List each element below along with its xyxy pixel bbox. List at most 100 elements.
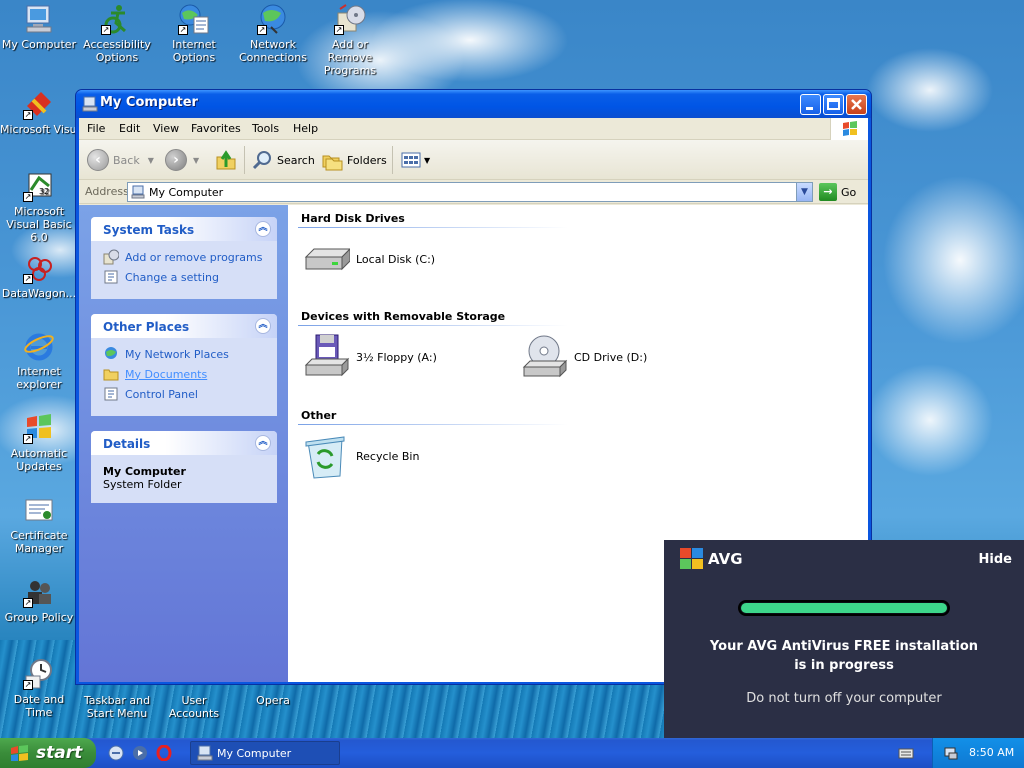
shortcut-arrow-icon: ↗ — [23, 680, 33, 690]
desktop-icon-group-policy[interactable]: ↗ Group Policy — [0, 576, 78, 624]
desktop-icon-certificate-manager[interactable]: Certificate Manager — [0, 494, 78, 555]
views-button[interactable]: ▼ — [400, 146, 430, 174]
certificate-icon — [23, 494, 55, 526]
address-bar: Address My Computer ▼ → Go — [79, 180, 868, 204]
menu-view[interactable]: View — [153, 122, 179, 135]
visual-cpp-icon: ↗ — [23, 88, 55, 120]
quicklaunch-media-player-icon[interactable] — [132, 745, 148, 761]
details-name: My Computer — [103, 465, 186, 478]
shortcut-arrow-icon: ↗ — [23, 110, 33, 120]
my-network-places-link[interactable]: My Network Places — [103, 344, 277, 364]
search-button[interactable]: Search — [251, 146, 315, 174]
menu-tools[interactable]: Tools — [252, 122, 279, 135]
my-documents-link[interactable]: My Documents — [103, 364, 277, 384]
taskbar-button-my-computer[interactable]: My Computer — [190, 741, 340, 765]
quicklaunch-opera-icon[interactable] — [156, 744, 172, 762]
desktop-icon-visual-cpp[interactable]: ↗ Microsoft Visual C++ 6.0 — [0, 88, 78, 136]
cd-drive-d-item[interactable]: CD Drive (D:) — [520, 333, 647, 381]
group-divider — [298, 325, 568, 326]
avg-hide-button[interactable]: Hide — [979, 552, 1012, 567]
desktop-icon-taskbar-start-menu[interactable]: Taskbar and Start Menu — [78, 682, 156, 720]
menu-bar: File Edit View Favorites Tools Help — [79, 118, 868, 140]
menu-help[interactable]: Help — [293, 122, 318, 135]
taskbar: start My Computer 8:50 AM — [0, 738, 1024, 768]
start-button[interactable]: start — [0, 738, 96, 768]
network-tray-icon[interactable] — [943, 745, 959, 761]
desktop-icon-date-time[interactable]: ↗ Date and Time — [0, 658, 78, 719]
minimize-button[interactable] — [800, 94, 821, 115]
details-type: System Folder — [103, 478, 182, 491]
group-divider — [298, 227, 568, 228]
menu-edit[interactable]: Edit — [119, 122, 140, 135]
desktop-icon-add-remove-programs[interactable]: ↗ Add or Remove Programs — [311, 3, 389, 77]
close-button[interactable] — [846, 94, 867, 115]
forward-button[interactable]: › ▼ — [165, 146, 199, 174]
other-places-header[interactable]: Other Places ︽ — [91, 314, 277, 338]
menu-favorites[interactable]: Favorites — [191, 122, 241, 135]
up-button[interactable] — [215, 146, 237, 174]
system-tasks-header[interactable]: System Tasks ︽ — [91, 217, 277, 241]
window-titlebar[interactable]: My Computer — [76, 90, 871, 118]
my-computer-icon — [23, 3, 55, 35]
details-panel: Details ︽ My Computer System Folder — [91, 431, 277, 503]
minimize-icon — [806, 107, 813, 110]
add-remove-programs-link[interactable]: Add or remove programs — [103, 247, 277, 267]
keyboard-tray-icon[interactable] — [898, 745, 914, 761]
add-remove-programs-icon — [103, 249, 119, 265]
change-setting-link[interactable]: Change a setting — [103, 267, 277, 287]
collapse-chevron-icon[interactable]: ︽ — [255, 221, 271, 237]
desktop-icon-visual-basic[interactable]: 32 ↗ Microsoft Visual Basic 6.0 — [0, 170, 78, 244]
address-label: Address — [85, 185, 129, 198]
my-computer-icon — [82, 96, 98, 112]
back-button[interactable]: ‹ Back ▼ — [87, 146, 154, 174]
quicklaunch-show-desktop-icon[interactable] — [108, 745, 124, 761]
windows-flag-icon — [11, 745, 28, 761]
control-panel-icon — [104, 387, 118, 401]
desktop-icon-datawagon[interactable]: ↗ DataWagon... — [0, 252, 78, 300]
desktop-icon-network-connections[interactable]: ↗ Network Connections — [234, 3, 312, 64]
my-computer-icon — [197, 745, 213, 761]
local-disk-c-item[interactable]: Local Disk (C:) — [302, 235, 435, 283]
maximize-icon — [827, 98, 840, 110]
floppy-a-item[interactable]: 3½ Floppy (A:) — [302, 333, 437, 381]
windows-logo-icon — [830, 118, 868, 140]
collapse-chevron-icon[interactable]: ︽ — [255, 318, 271, 334]
desktop-icon-accessibility-options[interactable]: ↗ Accessibility Options — [78, 3, 156, 64]
window-title: My Computer — [100, 95, 198, 110]
recycle-bin-item[interactable]: Recycle Bin — [302, 432, 419, 480]
desktop-icon-user-accounts[interactable]: User Accounts — [155, 682, 233, 720]
shortcut-arrow-icon: ↗ — [23, 192, 33, 202]
recycle-bin-icon — [302, 432, 350, 480]
floppy-drive-icon — [302, 333, 350, 381]
back-dropdown-icon: ▼ — [147, 155, 154, 165]
my-computer-icon — [131, 185, 145, 199]
shortcut-arrow-icon: ↗ — [101, 25, 111, 35]
add-remove-programs-icon: ↗ — [334, 3, 366, 35]
folder-up-icon — [216, 150, 236, 170]
collapse-chevron-icon[interactable]: ︽ — [255, 435, 271, 451]
desktop-icon-automatic-updates[interactable]: ↗ Automatic Updates — [0, 412, 78, 473]
control-panel-link[interactable]: Control Panel — [103, 384, 277, 404]
desktop-icon-internet-options[interactable]: ↗ Internet Options — [155, 3, 233, 64]
search-icon — [252, 151, 271, 170]
desktop-icon-opera[interactable]: Opera — [234, 682, 312, 707]
shortcut-arrow-icon: ↗ — [178, 25, 188, 35]
forward-arrow-icon: › — [165, 149, 187, 171]
desktop-icon-my-computer[interactable]: My Computer — [0, 3, 78, 51]
go-button[interactable]: → Go — [819, 183, 856, 201]
desktop-icon-internet-explorer[interactable]: Internet explorer — [0, 330, 78, 391]
clock[interactable]: 8:50 AM — [969, 746, 1014, 759]
address-dropdown-button[interactable]: ▼ — [796, 183, 812, 201]
details-header[interactable]: Details ︽ — [91, 431, 277, 455]
maximize-button[interactable] — [823, 94, 844, 115]
network-places-icon — [105, 347, 117, 359]
address-input[interactable]: My Computer ▼ — [127, 182, 813, 202]
group-title-other: Other — [301, 409, 337, 422]
menu-file[interactable]: File — [87, 122, 105, 135]
views-icon — [401, 152, 421, 168]
accessibility-icon: ↗ — [101, 3, 133, 35]
cd-drive-icon — [520, 333, 568, 381]
shortcut-arrow-icon: ↗ — [334, 25, 344, 35]
folders-button[interactable]: Folders — [321, 146, 387, 174]
go-arrow-icon: → — [819, 183, 837, 201]
